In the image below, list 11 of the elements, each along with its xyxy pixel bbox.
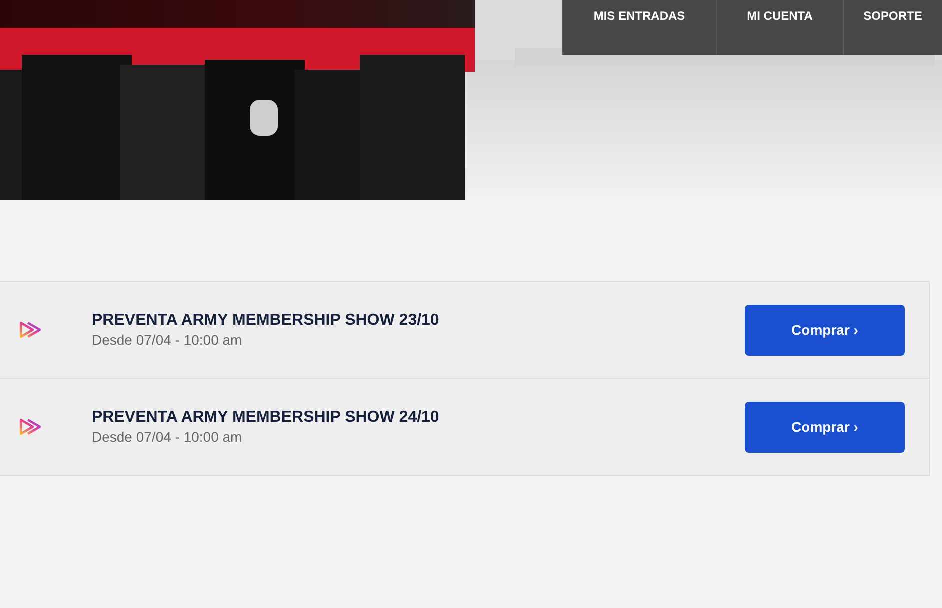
event-date: Desde 07/04 - 10:00 am [92,332,244,348]
nav-link[interactable]: SOPORTE [843,0,942,55]
event-title: PREVENTA ARMY MEMBERSHIP SHOW 23/10 [92,312,440,330]
nav-link[interactable]: MI CUENTA [716,0,843,55]
play-logo-icon [19,418,43,436]
buy-button[interactable]: Comprar › [745,402,905,452]
event-date: Desde 07/04 - 10:00 am [92,429,244,445]
buy-button[interactable]: Comprar › [745,304,905,356]
event-title: PREVENTA ARMY MEMBERSHIP SHOW 24/10 [92,409,440,427]
nav-link[interactable]: MIS ENTRADAS [562,0,716,55]
play-logo-icon [19,321,43,339]
